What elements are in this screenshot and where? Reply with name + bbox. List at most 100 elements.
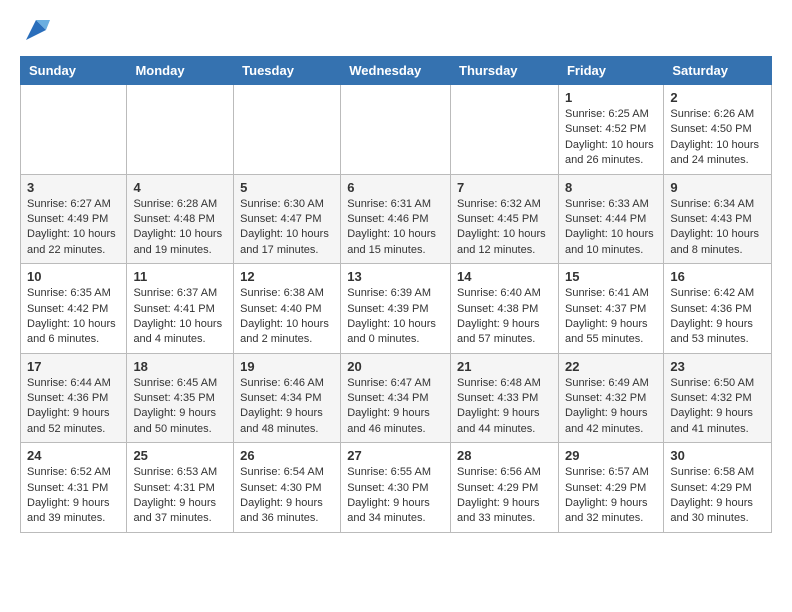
day-info: Sunrise: 6:58 AMSunset: 4:29 PMDaylight:… bbox=[670, 465, 765, 527]
day-number: 4 bbox=[133, 180, 227, 195]
day-info: Sunrise: 6:54 AMSunset: 4:30 PMDaylight:… bbox=[240, 465, 334, 527]
day-number: 27 bbox=[347, 448, 444, 463]
day-number: 14 bbox=[457, 269, 552, 284]
calendar-cell: 12 Sunrise: 6:38 AMSunset: 4:40 PMDayligh… bbox=[234, 264, 341, 354]
day-number: 23 bbox=[670, 359, 765, 374]
day-number: 30 bbox=[670, 448, 765, 463]
day-number: 20 bbox=[347, 359, 444, 374]
calendar-cell: 28 Sunrise: 6:56 AMSunset: 4:29 PMDayligh… bbox=[451, 443, 559, 533]
calendar-week-row: 24Sunrise: 6:52 AMSunset: 4:31 PMDayligh… bbox=[21, 443, 772, 533]
weekday-header: Tuesday bbox=[234, 57, 341, 85]
day-info: Sunrise: 6:56 AMSunset: 4:29 PMDaylight:… bbox=[457, 465, 552, 527]
calendar-cell: 15 Sunrise: 6:41 AMSunset: 4:37 PMDayligh… bbox=[558, 264, 663, 354]
calendar-cell: 5 Sunrise: 6:30 AMSunset: 4:47 PMDaylight… bbox=[234, 174, 341, 264]
day-info: Sunrise: 6:57 AMSunset: 4:29 PMDaylight:… bbox=[565, 465, 657, 527]
calendar-cell: 27 Sunrise: 6:55 AMSunset: 4:30 PMDayligh… bbox=[341, 443, 451, 533]
calendar-cell: 14 Sunrise: 6:40 AMSunset: 4:38 PMDayligh… bbox=[451, 264, 559, 354]
calendar-cell: 13 Sunrise: 6:39 AMSunset: 4:39 PMDayligh… bbox=[341, 264, 451, 354]
calendar-cell: 20Sunrise: 6:47 AMSunset: 4:34 PMDayligh… bbox=[341, 353, 451, 443]
calendar-cell: 29 Sunrise: 6:57 AMSunset: 4:29 PMDayligh… bbox=[558, 443, 663, 533]
calendar-cell: 11Sunrise: 6:37 AMSunset: 4:41 PMDayligh… bbox=[127, 264, 234, 354]
calendar-week-row: 17 Sunrise: 6:44 AMSunset: 4:36 PMDayligh… bbox=[21, 353, 772, 443]
day-number: 26 bbox=[240, 448, 334, 463]
day-number: 13 bbox=[347, 269, 444, 284]
calendar-cell: 17 Sunrise: 6:44 AMSunset: 4:36 PMDayligh… bbox=[21, 353, 127, 443]
calendar-week-row: 3 Sunrise: 6:27 AMSunset: 4:49 PMDaylight… bbox=[21, 174, 772, 264]
day-info: Sunrise: 6:42 AMSunset: 4:36 PMDaylight:… bbox=[670, 286, 765, 348]
calendar-week-row: 1 Sunrise: 6:25 AMSunset: 4:52 PMDaylight… bbox=[21, 85, 772, 175]
day-info: Sunrise: 6:41 AMSunset: 4:37 PMDaylight:… bbox=[565, 286, 657, 348]
day-info: Sunrise: 6:48 AMSunset: 4:33 PMDaylight:… bbox=[457, 376, 552, 438]
day-info: Sunrise: 6:32 AMSunset: 4:45 PMDaylight:… bbox=[457, 197, 552, 259]
weekday-header: Thursday bbox=[451, 57, 559, 85]
day-info: Sunrise: 6:33 AMSunset: 4:44 PMDaylight:… bbox=[565, 197, 657, 259]
day-info: Sunrise: 6:46 AMSunset: 4:34 PMDaylight:… bbox=[240, 376, 334, 438]
day-info: Sunrise: 6:25 AMSunset: 4:52 PMDaylight:… bbox=[565, 107, 657, 169]
day-info: Sunrise: 6:38 AMSunset: 4:40 PMDaylight:… bbox=[240, 286, 334, 348]
day-number: 16 bbox=[670, 269, 765, 284]
calendar-cell: 22 Sunrise: 6:49 AMSunset: 4:32 PMDayligh… bbox=[558, 353, 663, 443]
day-info: Sunrise: 6:39 AMSunset: 4:39 PMDaylight:… bbox=[347, 286, 444, 348]
day-info: Sunrise: 6:30 AMSunset: 4:47 PMDaylight:… bbox=[240, 197, 334, 259]
calendar-header-row: SundayMondayTuesdayWednesdayThursdayFrid… bbox=[21, 57, 772, 85]
calendar-cell: 30 Sunrise: 6:58 AMSunset: 4:29 PMDayligh… bbox=[664, 443, 772, 533]
calendar-cell: 26 Sunrise: 6:54 AMSunset: 4:30 PMDayligh… bbox=[234, 443, 341, 533]
day-number: 17 bbox=[27, 359, 120, 374]
weekday-header: Friday bbox=[558, 57, 663, 85]
day-info: Sunrise: 6:37 AMSunset: 4:41 PMDaylight:… bbox=[133, 286, 227, 348]
day-number: 1 bbox=[565, 90, 657, 105]
day-number: 3 bbox=[27, 180, 120, 195]
calendar-cell: 3 Sunrise: 6:27 AMSunset: 4:49 PMDaylight… bbox=[21, 174, 127, 264]
logo-icon bbox=[22, 16, 50, 44]
weekday-header: Monday bbox=[127, 57, 234, 85]
day-number: 7 bbox=[457, 180, 552, 195]
day-info: Sunrise: 6:27 AMSunset: 4:49 PMDaylight:… bbox=[27, 197, 120, 259]
day-info: Sunrise: 6:35 AMSunset: 4:42 PMDaylight:… bbox=[27, 286, 120, 348]
day-number: 18 bbox=[133, 359, 227, 374]
calendar-cell: 6 Sunrise: 6:31 AMSunset: 4:46 PMDaylight… bbox=[341, 174, 451, 264]
day-info: Sunrise: 6:40 AMSunset: 4:38 PMDaylight:… bbox=[457, 286, 552, 348]
day-number: 29 bbox=[565, 448, 657, 463]
calendar-cell: 23 Sunrise: 6:50 AMSunset: 4:32 PMDayligh… bbox=[664, 353, 772, 443]
logo bbox=[20, 16, 50, 44]
calendar-cell: 19 Sunrise: 6:46 AMSunset: 4:34 PMDayligh… bbox=[234, 353, 341, 443]
calendar-table: SundayMondayTuesdayWednesdayThursdayFrid… bbox=[20, 56, 772, 533]
calendar-cell: 1 Sunrise: 6:25 AMSunset: 4:52 PMDaylight… bbox=[558, 85, 663, 175]
calendar-cell bbox=[451, 85, 559, 175]
calendar-cell bbox=[21, 85, 127, 175]
day-number: 22 bbox=[565, 359, 657, 374]
day-info: Sunrise: 6:44 AMSunset: 4:36 PMDaylight:… bbox=[27, 376, 120, 438]
day-info: Sunrise: 6:50 AMSunset: 4:32 PMDaylight:… bbox=[670, 376, 765, 438]
calendar-cell: 9 Sunrise: 6:34 AMSunset: 4:43 PMDaylight… bbox=[664, 174, 772, 264]
calendar-cell: 7 Sunrise: 6:32 AMSunset: 4:45 PMDaylight… bbox=[451, 174, 559, 264]
day-info: Sunrise: 6:55 AMSunset: 4:30 PMDaylight:… bbox=[347, 465, 444, 527]
day-number: 19 bbox=[240, 359, 334, 374]
calendar-cell bbox=[127, 85, 234, 175]
day-number: 6 bbox=[347, 180, 444, 195]
header bbox=[20, 16, 772, 44]
calendar-cell bbox=[341, 85, 451, 175]
calendar-cell: 8Sunrise: 6:33 AMSunset: 4:44 PMDaylight… bbox=[558, 174, 663, 264]
weekday-header: Wednesday bbox=[341, 57, 451, 85]
calendar-cell: 25Sunrise: 6:53 AMSunset: 4:31 PMDayligh… bbox=[127, 443, 234, 533]
calendar-cell: 18Sunrise: 6:45 AMSunset: 4:35 PMDayligh… bbox=[127, 353, 234, 443]
calendar-week-row: 10 Sunrise: 6:35 AMSunset: 4:42 PMDayligh… bbox=[21, 264, 772, 354]
weekday-header: Saturday bbox=[664, 57, 772, 85]
day-number: 10 bbox=[27, 269, 120, 284]
day-info: Sunrise: 6:49 AMSunset: 4:32 PMDaylight:… bbox=[565, 376, 657, 438]
page: SundayMondayTuesdayWednesdayThursdayFrid… bbox=[0, 0, 792, 549]
day-number: 25 bbox=[133, 448, 227, 463]
calendar-cell: 16 Sunrise: 6:42 AMSunset: 4:36 PMDayligh… bbox=[664, 264, 772, 354]
day-number: 12 bbox=[240, 269, 334, 284]
calendar-cell: 21Sunrise: 6:48 AMSunset: 4:33 PMDayligh… bbox=[451, 353, 559, 443]
day-info: Sunrise: 6:31 AMSunset: 4:46 PMDaylight:… bbox=[347, 197, 444, 259]
weekday-header: Sunday bbox=[21, 57, 127, 85]
calendar-cell: 10 Sunrise: 6:35 AMSunset: 4:42 PMDayligh… bbox=[21, 264, 127, 354]
day-number: 5 bbox=[240, 180, 334, 195]
calendar-cell: 24Sunrise: 6:52 AMSunset: 4:31 PMDayligh… bbox=[21, 443, 127, 533]
day-number: 15 bbox=[565, 269, 657, 284]
day-number: 28 bbox=[457, 448, 552, 463]
day-number: 9 bbox=[670, 180, 765, 195]
day-info: Sunrise: 6:52 AMSunset: 4:31 PMDaylight:… bbox=[27, 465, 120, 527]
day-info: Sunrise: 6:34 AMSunset: 4:43 PMDaylight:… bbox=[670, 197, 765, 259]
